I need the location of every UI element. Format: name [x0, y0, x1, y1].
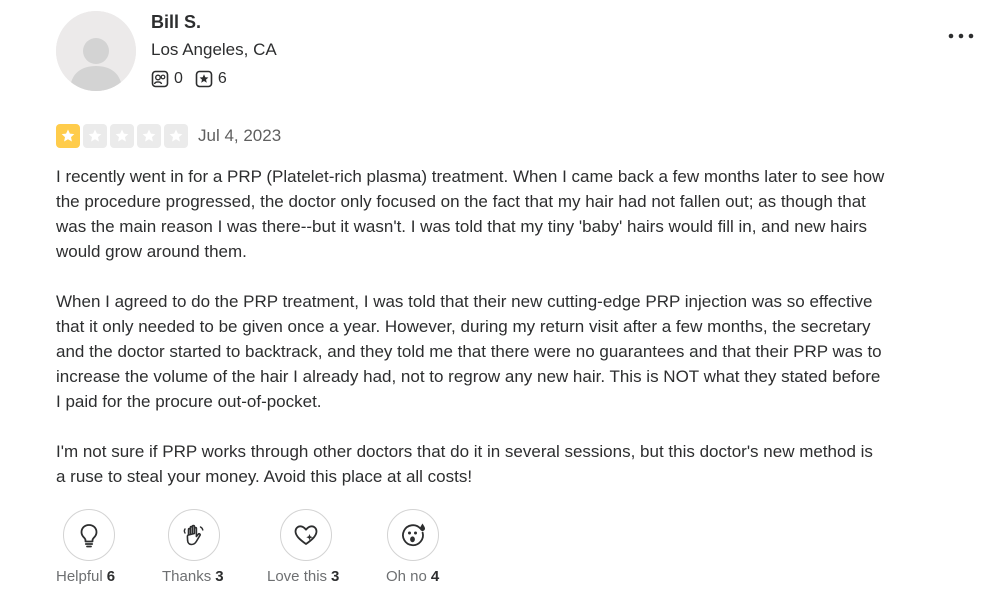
default-user-icon	[56, 11, 136, 91]
star-filled-icon	[56, 124, 80, 148]
heart-sparkle-icon	[294, 525, 318, 545]
reaction-count: 4	[430, 568, 440, 585]
review-paragraph: When I agreed to do the PRP treatment, I…	[56, 292, 882, 411]
thanks-reaction-circle[interactable]	[168, 509, 220, 561]
reaction-label: Oh no	[386, 568, 427, 585]
oh-no-reaction-label: Oh no 4	[386, 568, 439, 585]
love-this-reaction-label: Love this 3	[267, 568, 339, 585]
reaction-count: 3	[215, 568, 224, 585]
star-empty-icon	[110, 124, 134, 148]
star-empty-icon	[137, 124, 161, 148]
user-name[interactable]: Bill S.	[151, 12, 201, 33]
waving-hand-icon	[183, 524, 204, 546]
more-options-button[interactable]	[946, 24, 976, 48]
love-this-reaction-circle[interactable]	[280, 509, 332, 561]
reviews-stat: 6	[195, 70, 227, 88]
user-stats: 0 6	[151, 70, 239, 88]
lightbulb-icon	[80, 524, 98, 548]
avatar[interactable]	[56, 11, 136, 91]
helpful-reaction-circle[interactable]	[63, 509, 115, 561]
thanks-reaction-label: Thanks 3	[162, 568, 224, 585]
rating-row: Jul 4, 2023	[56, 124, 281, 148]
helpful-reaction-label: Helpful 6	[56, 568, 115, 585]
friends-count: 0	[174, 70, 183, 87]
reaction-label: Helpful	[56, 568, 103, 585]
star-empty-icon	[164, 124, 188, 148]
review-paragraph: I recently went in for a PRP (Platelet-r…	[56, 167, 885, 261]
reaction-count: 3	[331, 568, 340, 585]
review-text: I recently went in for a PRP (Platelet-r…	[56, 164, 886, 514]
review-star-icon	[195, 70, 213, 88]
user-location: Los Angeles, CA	[151, 40, 277, 59]
reaction-count: 6	[106, 568, 116, 585]
friends-stat: 0	[151, 70, 183, 88]
star-rating	[56, 124, 191, 148]
star-empty-icon	[83, 124, 107, 148]
reviews-count: 6	[217, 70, 227, 87]
review-date: Jul 4, 2023	[198, 126, 282, 145]
reaction-label: Thanks	[162, 568, 212, 585]
surprised-face-icon	[402, 523, 425, 547]
reaction-label: Love this	[267, 568, 328, 585]
oh-no-reaction-circle[interactable]	[387, 509, 439, 561]
reaction-bar: Helpful 6 Thanks 3 Love this 3 Oh no 4	[56, 509, 486, 599]
more-dots-icon	[948, 33, 974, 39]
friends-icon	[151, 70, 169, 88]
review-paragraph: I'm not sure if PRP works through other …	[56, 442, 873, 486]
